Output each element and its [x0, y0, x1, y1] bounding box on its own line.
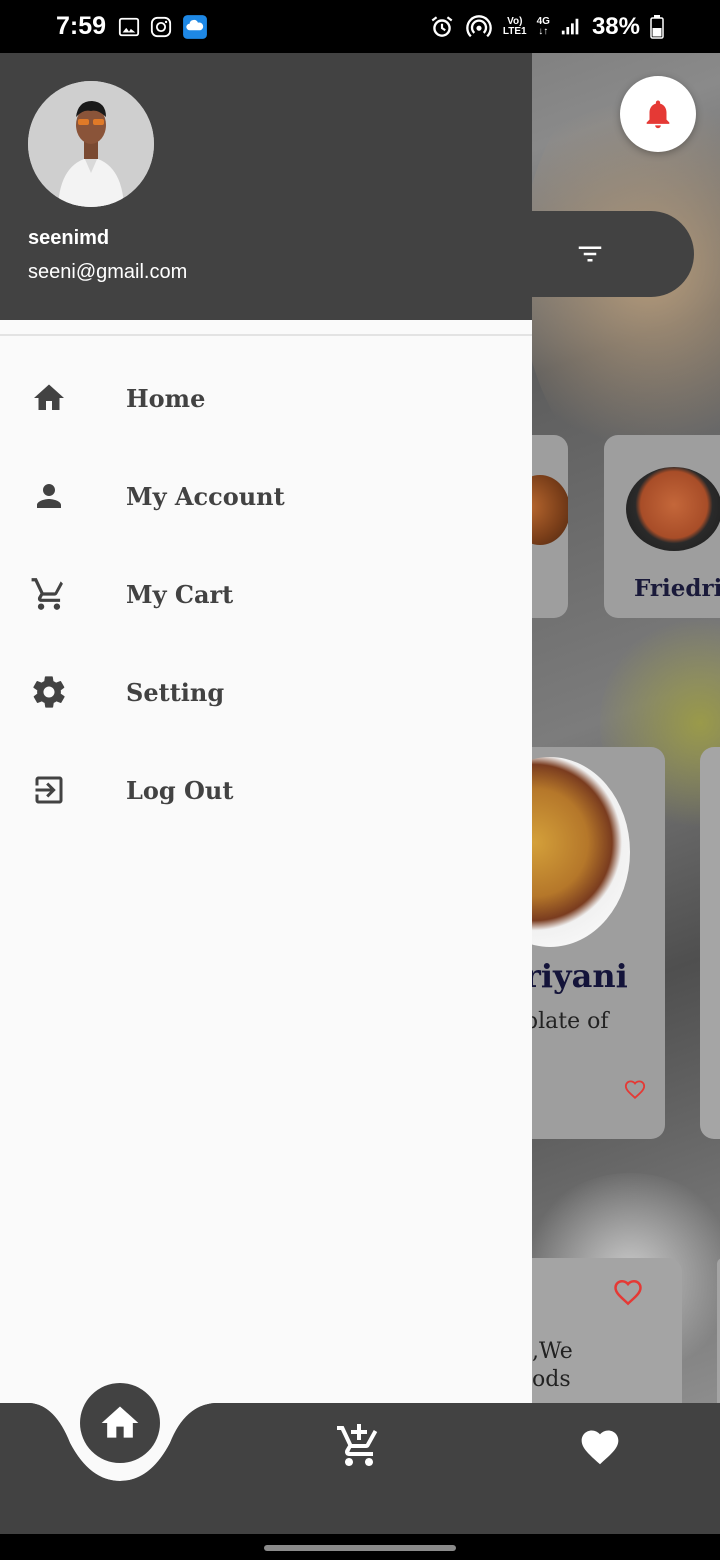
system-gesture-bar [0, 1534, 720, 1560]
add-cart-icon [337, 1424, 378, 1466]
home-icon [101, 1406, 139, 1438]
network-label: Vo) LTE1 [502, 15, 527, 37]
menu-item-label: Setting [126, 677, 225, 707]
menu-item-label: Home [126, 383, 206, 413]
menu-item-label: My Cart [126, 579, 234, 609]
menu-item-log-out[interactable]: Log Out [0, 745, 532, 835]
notification-button[interactable] [620, 76, 696, 152]
hotspot-icon [466, 14, 492, 37]
favorite-button[interactable] [612, 1278, 644, 1313]
battery-percent: 38% [591, 12, 640, 40]
drawer-header: seenimd seeni@gmail.com [0, 53, 532, 320]
menu-item-my-cart[interactable]: My Cart [0, 549, 532, 639]
food-description: plate of [524, 1009, 609, 1034]
avatar[interactable] [28, 81, 154, 207]
heart-outline-icon [624, 1080, 646, 1100]
menu-item-home[interactable]: Home [0, 353, 532, 443]
heart-icon [581, 1430, 619, 1465]
heart-outline-icon [614, 1279, 642, 1306]
user-email: seeni@gmail.com [28, 261, 188, 283]
instagram-icon [150, 16, 172, 37]
user-name: seenimd [28, 227, 110, 249]
alarm-icon [431, 15, 453, 37]
cart-icon [30, 575, 68, 613]
gallery-icon [118, 17, 140, 36]
network-gen-label: 4G ↓↑ [536, 15, 550, 37]
nav-cart-button[interactable] [334, 1421, 384, 1471]
status-bar: 7:59 Vo) LTE1 4G ↓↑ 38% [0, 0, 720, 53]
category-label: Friedric [634, 575, 720, 602]
nav-favorites-button[interactable] [574, 1421, 626, 1473]
menu-item-my-account[interactable]: My Account [0, 451, 532, 541]
battery-icon [650, 14, 664, 39]
menu-item-label: Log Out [126, 775, 234, 805]
food-list-text: ,We ods [532, 1339, 573, 1392]
favorite-button[interactable] [623, 1079, 647, 1106]
home-gesture-handle[interactable] [264, 1545, 456, 1551]
bottom-navigation [0, 1383, 720, 1534]
menu-item-setting[interactable]: Setting [0, 647, 532, 737]
food-title: riyani [524, 957, 628, 995]
food-card-peek[interactable] [700, 747, 720, 1139]
home-icon [30, 379, 68, 417]
category-image [626, 467, 720, 551]
filter-icon[interactable] [572, 239, 608, 269]
signal-icon [561, 18, 579, 34]
status-time: 7:59 [56, 12, 107, 40]
bell-icon [646, 100, 670, 129]
menu-item-label: My Account [126, 481, 285, 511]
avatar-photo [28, 81, 154, 207]
logout-icon [30, 771, 68, 809]
drawer-divider [0, 334, 532, 336]
navigation-drawer: seenimd seeni@gmail.com Home My Account … [0, 53, 532, 1403]
cloud-upload-icon [183, 14, 207, 39]
gear-icon [30, 673, 68, 711]
category-card[interactable]: Friedric [604, 435, 720, 618]
person-icon [30, 477, 68, 515]
nav-home-button[interactable] [80, 1383, 160, 1463]
